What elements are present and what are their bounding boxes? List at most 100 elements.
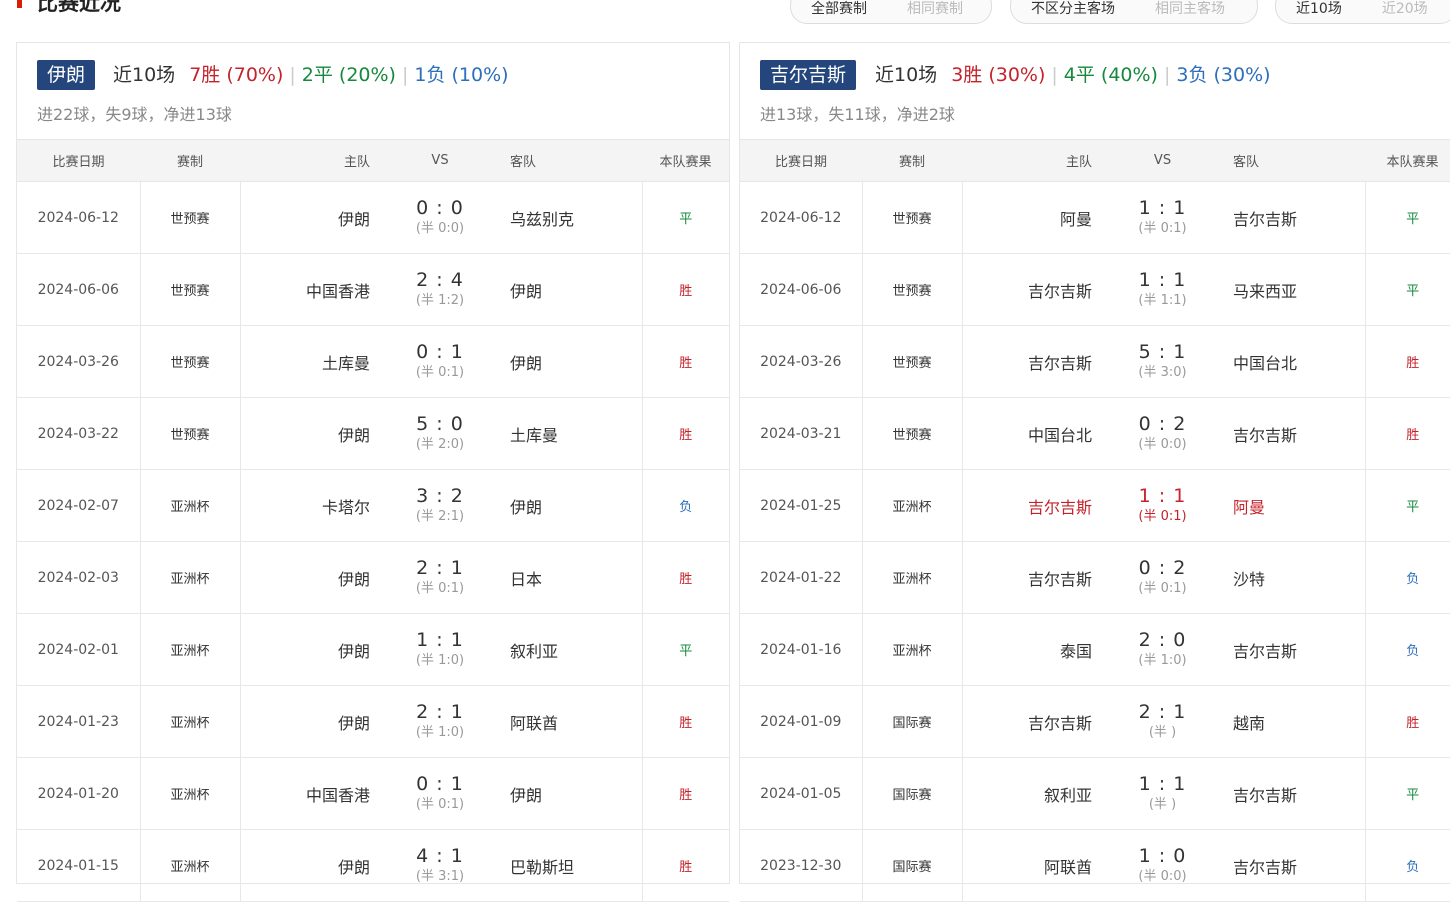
away-team[interactable]: 伊朗 (502, 469, 642, 542)
away-team[interactable]: 中国台北 (1225, 325, 1365, 398)
home-team[interactable]: 伊朗 (240, 829, 378, 902)
match-row[interactable]: 2024-03-21 世预赛 中国台北 0 : 2 (半 0:0) 吉尔吉斯胜 (740, 397, 1450, 470)
match-competition[interactable]: 世预赛 (139, 397, 241, 470)
match-row[interactable]: 2024-01-22 亚洲杯 吉尔吉斯 0 : 2 (半 0:1) 沙特负 (740, 541, 1450, 614)
filter-same-competition[interactable]: 相同赛制 (887, 0, 983, 23)
away-team[interactable]: 马来西亚 (1225, 253, 1365, 326)
match-competition[interactable]: 亚洲杯 (861, 469, 963, 542)
home-team[interactable]: 卡塔尔 (240, 469, 378, 542)
home-team[interactable]: 吉尔吉斯 (962, 325, 1100, 398)
team-badge[interactable]: 伊朗 (37, 60, 96, 90)
match-row[interactable]: 2024-03-26 世预赛 土库曼 0 : 1 (半 0:1) 伊朗胜 (17, 325, 729, 398)
match-score[interactable]: 0 : 1 (半 0:1) (378, 325, 502, 398)
away-team[interactable]: 吉尔吉斯 (1225, 829, 1365, 902)
match-competition[interactable]: 世预赛 (861, 397, 963, 470)
match-score[interactable]: 0 : 1 (半 0:1) (378, 757, 502, 830)
match-competition[interactable]: 亚洲杯 (139, 469, 241, 542)
away-team[interactable]: 伊朗 (502, 757, 642, 830)
team-badge[interactable]: 吉尔吉斯 (760, 60, 857, 90)
match-competition[interactable]: 世预赛 (139, 253, 241, 326)
match-row[interactable]: 2024-01-05 国际赛 叙利亚 1 : 1 (半 ) 吉尔吉斯平 (740, 757, 1450, 830)
match-row[interactable]: 2023-12-30 国际赛 阿联酋 1 : 0 (半 0:0) 吉尔吉斯负 (740, 829, 1450, 902)
home-team[interactable]: 吉尔吉斯 (962, 685, 1100, 758)
away-team[interactable]: 吉尔吉斯 (1225, 757, 1365, 830)
match-competition[interactable]: 亚洲杯 (139, 613, 241, 686)
match-row[interactable]: 2024-01-16 亚洲杯 泰国 2 : 0 (半 1:0) 吉尔吉斯负 (740, 613, 1450, 686)
home-team[interactable]: 叙利亚 (962, 757, 1100, 830)
match-competition[interactable]: 亚洲杯 (861, 541, 963, 614)
match-score[interactable]: 1 : 1 (半 0:1) (1100, 181, 1225, 254)
match-score[interactable]: 0 : 0 (半 0:0) (378, 181, 502, 254)
filter-last-10[interactable]: 近10场 (1276, 0, 1362, 23)
away-team[interactable]: 巴勒斯坦 (502, 829, 642, 902)
away-team[interactable]: 伊朗 (502, 253, 642, 326)
match-score[interactable]: 1 : 0 (半 0:0) (1100, 829, 1225, 902)
match-score[interactable]: 1 : 1 (半 0:1) (1100, 469, 1225, 542)
match-competition[interactable]: 国际赛 (861, 829, 963, 902)
filter-last-20[interactable]: 近20场 (1362, 0, 1448, 23)
match-competition[interactable]: 亚洲杯 (861, 613, 963, 686)
away-team[interactable]: 土库曼 (502, 397, 642, 470)
match-score[interactable]: 1 : 1 (半 1:0) (378, 613, 502, 686)
home-team[interactable]: 伊朗 (240, 181, 378, 254)
filter-same-venue[interactable]: 相同主客场 (1135, 0, 1245, 23)
home-team[interactable]: 泰国 (962, 613, 1100, 686)
match-competition[interactable]: 国际赛 (861, 757, 963, 830)
match-score[interactable]: 0 : 2 (半 0:1) (1100, 541, 1225, 614)
match-row[interactable]: 2024-06-06 世预赛 吉尔吉斯 1 : 1 (半 1:1) 马来西亚平 (740, 253, 1450, 326)
match-score[interactable]: 3 : 2 (半 2:1) (378, 469, 502, 542)
home-team[interactable]: 伊朗 (240, 613, 378, 686)
away-team[interactable]: 越南 (1225, 685, 1365, 758)
match-row[interactable]: 2024-06-12 世预赛 伊朗 0 : 0 (半 0:0) 乌兹别克平 (17, 181, 729, 254)
match-score[interactable]: 0 : 2 (半 0:0) (1100, 397, 1225, 470)
match-row[interactable]: 2024-06-06 世预赛 中国香港 2 : 4 (半 1:2) 伊朗胜 (17, 253, 729, 326)
match-competition[interactable]: 世预赛 (861, 325, 963, 398)
match-score[interactable]: 1 : 1 (半 1:1) (1100, 253, 1225, 326)
home-team[interactable]: 阿联酋 (962, 829, 1100, 902)
away-team[interactable]: 阿联酋 (502, 685, 642, 758)
away-team[interactable]: 沙特 (1225, 541, 1365, 614)
away-team[interactable]: 吉尔吉斯 (1225, 397, 1365, 470)
match-row[interactable]: 2024-02-01 亚洲杯 伊朗 1 : 1 (半 1:0) 叙利亚平 (17, 613, 729, 686)
away-team[interactable]: 吉尔吉斯 (1225, 181, 1365, 254)
home-team[interactable]: 吉尔吉斯 (962, 253, 1100, 326)
match-score[interactable]: 5 : 0 (半 2:0) (378, 397, 502, 470)
match-row[interactable]: 2024-03-22 世预赛 伊朗 5 : 0 (半 2:0) 土库曼胜 (17, 397, 729, 470)
home-team[interactable]: 阿曼 (962, 181, 1100, 254)
match-score[interactable]: 2 : 1 (半 1:0) (378, 685, 502, 758)
away-team[interactable]: 吉尔吉斯 (1225, 613, 1365, 686)
home-team[interactable]: 土库曼 (240, 325, 378, 398)
match-row[interactable]: 2024-01-25 亚洲杯 吉尔吉斯 1 : 1 (半 0:1) 阿曼平 (740, 469, 1450, 542)
match-score[interactable]: 2 : 4 (半 1:2) (378, 253, 502, 326)
home-team[interactable]: 中国香港 (240, 757, 378, 830)
away-team[interactable]: 叙利亚 (502, 613, 642, 686)
home-team[interactable]: 吉尔吉斯 (962, 541, 1100, 614)
away-team[interactable]: 伊朗 (502, 325, 642, 398)
match-row[interactable]: 2024-02-03 亚洲杯 伊朗 2 : 1 (半 0:1) 日本胜 (17, 541, 729, 614)
away-team[interactable]: 日本 (502, 541, 642, 614)
home-team[interactable]: 中国台北 (962, 397, 1100, 470)
filter-any-venue[interactable]: 不区分主客场 (1011, 0, 1135, 23)
match-competition[interactable]: 世预赛 (139, 325, 241, 398)
match-score[interactable]: 4 : 1 (半 3:1) (378, 829, 502, 902)
filter-all-competitions[interactable]: 全部赛制 (791, 0, 887, 23)
match-row[interactable]: 2024-01-15 亚洲杯 伊朗 4 : 1 (半 3:1) 巴勒斯坦胜 (17, 829, 729, 902)
match-row[interactable]: 2024-02-07 亚洲杯 卡塔尔 3 : 2 (半 2:1) 伊朗负 (17, 469, 729, 542)
match-competition[interactable]: 世预赛 (139, 181, 241, 254)
match-score[interactable]: 1 : 1 (半 ) (1100, 757, 1225, 830)
match-row[interactable]: 2024-01-09 国际赛 吉尔吉斯 2 : 1 (半 ) 越南胜 (740, 685, 1450, 758)
match-row[interactable]: 2024-06-12 世预赛 阿曼 1 : 1 (半 0:1) 吉尔吉斯平 (740, 181, 1450, 254)
match-row[interactable]: 2024-01-20 亚洲杯 中国香港 0 : 1 (半 0:1) 伊朗胜 (17, 757, 729, 830)
match-competition[interactable]: 亚洲杯 (139, 685, 241, 758)
match-competition[interactable]: 亚洲杯 (139, 541, 241, 614)
away-team[interactable]: 乌兹别克 (502, 181, 642, 254)
match-score[interactable]: 2 : 1 (半 0:1) (378, 541, 502, 614)
home-team[interactable]: 中国香港 (240, 253, 378, 326)
home-team[interactable]: 吉尔吉斯 (962, 469, 1100, 542)
match-competition[interactable]: 亚洲杯 (139, 757, 241, 830)
home-team[interactable]: 伊朗 (240, 685, 378, 758)
match-score[interactable]: 2 : 0 (半 1:0) (1100, 613, 1225, 686)
match-competition[interactable]: 世预赛 (861, 181, 963, 254)
match-competition[interactable]: 亚洲杯 (139, 829, 241, 902)
match-competition[interactable]: 国际赛 (861, 685, 963, 758)
